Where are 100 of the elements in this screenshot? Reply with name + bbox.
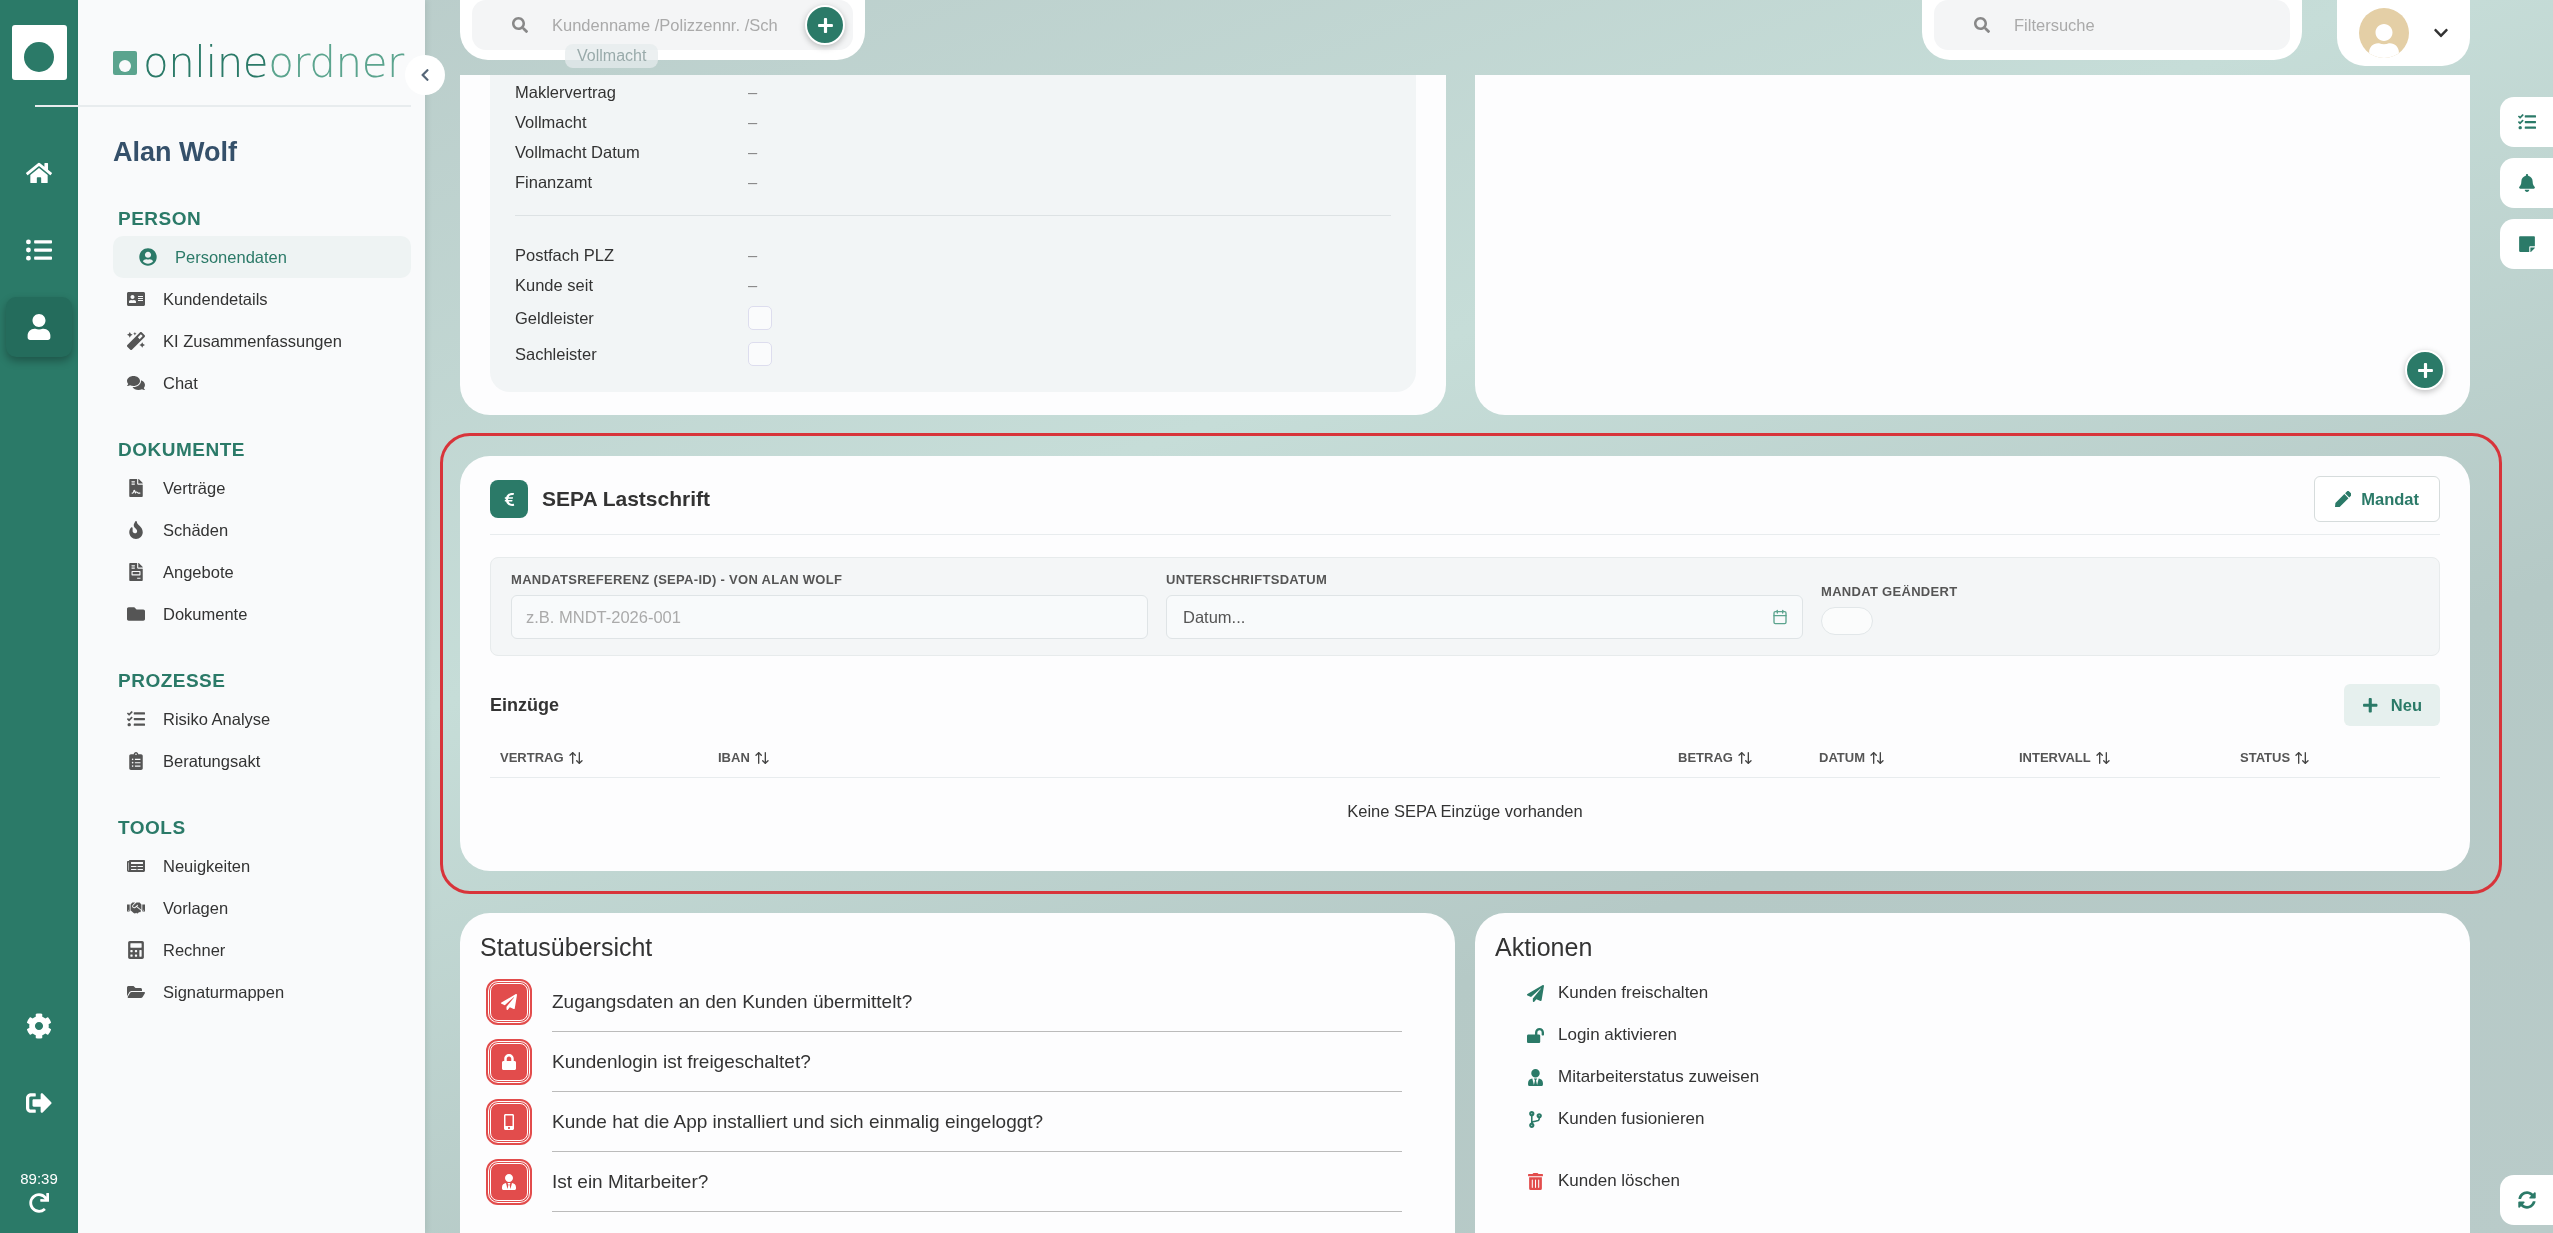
sidebar-item[interactable]: Schäden [113, 509, 411, 551]
euro-icon [490, 480, 528, 518]
field-label: Vollmacht Datum [515, 142, 641, 162]
note-icon [2517, 235, 2536, 253]
settings-icon [26, 1013, 52, 1039]
sort-icon [1736, 749, 1753, 766]
calendar-icon[interactable] [1772, 609, 1788, 625]
field-value: – [748, 172, 758, 191]
home-icon [26, 160, 52, 186]
sidebar-item[interactable]: Angebote [113, 551, 411, 593]
brand-logo: onlineordner [143, 41, 404, 84]
field-value: – [748, 82, 758, 101]
plus-icon [816, 16, 834, 34]
magic-wand-icon [127, 332, 145, 350]
section-heading: TOOLS [118, 817, 187, 839]
folder-icon [127, 983, 145, 1001]
trash-icon [1527, 1172, 1544, 1190]
section-heading: DOKUMENTE [118, 439, 246, 461]
column-header[interactable]: STATUS [2240, 749, 2440, 766]
field-label: MANDATSREFERENZ (SEPA-ID) - VON ALAN WOLF [511, 572, 844, 587]
notifications-button[interactable] [2500, 158, 2553, 208]
plus-icon [2416, 361, 2434, 379]
column-header[interactable]: IBAN [718, 749, 1678, 766]
sidebar-item[interactable]: Risiko Analyse [113, 698, 411, 740]
folder-icon [127, 605, 145, 623]
field-value: – [748, 112, 758, 131]
checklist-icon [127, 710, 145, 728]
avatar-icon [2358, 8, 2409, 58]
action-link[interactable]: Kunden fusionieren [1527, 1098, 2450, 1140]
nav-button[interactable] [6, 297, 72, 357]
sidebar-item[interactable]: Kundendetails [113, 278, 411, 320]
sidebar-item[interactable]: KI Zusammenfassungen [113, 320, 411, 362]
search-field[interactable]: Filtersuche [1934, 0, 2290, 50]
card-title: Aktionen [1495, 933, 1594, 962]
column-header[interactable]: VERTRAG [500, 749, 718, 766]
newspaper-icon [127, 857, 145, 875]
column-header[interactable]: INTERVALL [2019, 749, 2240, 766]
bell-icon [2517, 174, 2536, 192]
logout-icon [26, 1090, 52, 1116]
empty-message: Keine SEPA Einzüge vorhanden [1347, 802, 1583, 820]
document-icon [127, 563, 145, 581]
date-input[interactable]: Datum... [1181, 606, 1381, 628]
chat-icon [127, 374, 145, 392]
sort-icon [1869, 749, 1885, 766]
column-header[interactable]: BETRAG [1678, 749, 1819, 766]
field-label: Finanzamt [515, 172, 594, 192]
customer-name: Alan Wolf [113, 137, 238, 168]
person-icon [26, 314, 52, 340]
sidebar-item[interactable]: Rechner [113, 929, 411, 971]
tooltip: Vollmacht [565, 44, 659, 68]
field-label: Sachleister [515, 344, 598, 364]
sidebar-item[interactable]: Chat [113, 362, 411, 404]
person-icon [1527, 1068, 1544, 1086]
sidebar-item[interactable]: Neuigkeiten [113, 845, 411, 887]
sort-icon [2094, 749, 2111, 766]
new-button[interactable]: Neu [2344, 684, 2440, 726]
input-field[interactable]: z.B. MNDT-2026-001 [511, 595, 1148, 639]
sidebar-item[interactable]: Dokumente [113, 593, 411, 635]
add-button[interactable] [2405, 350, 2445, 390]
sidebar-item[interactable]: Signaturmappen [113, 971, 411, 1013]
search-icon [512, 17, 528, 33]
checklist-button[interactable] [2500, 97, 2553, 147]
plus-icon [2362, 696, 2379, 714]
action-link[interactable]: Mitarbeiterstatus zuweisen [1527, 1056, 2450, 1098]
pencil-icon [2334, 490, 2352, 508]
refresh-icon[interactable] [29, 1193, 49, 1213]
column-header[interactable]: DATUM [1819, 749, 2019, 766]
logo-mark-icon [113, 50, 137, 75]
checkbox[interactable] [748, 306, 772, 330]
notes-button[interactable] [2500, 219, 2553, 269]
card-title: Statusübersicht [480, 933, 654, 962]
branch-icon [1527, 1110, 1544, 1128]
action-link[interactable]: Kunden freischalten [1527, 972, 2450, 1014]
field-label: Vollmacht [515, 112, 588, 132]
checkbox[interactable] [748, 342, 772, 366]
refresh-button[interactable] [2500, 1175, 2553, 1225]
sidebar-item[interactable]: Beratungsakt [113, 740, 411, 782]
section-title: Einzüge [490, 694, 559, 716]
toggle-switch[interactable] [1821, 607, 1873, 635]
field-label: Postfach PLZ [515, 245, 616, 265]
app-logo [11, 25, 67, 80]
id-card-icon [127, 290, 145, 308]
session-timer: 89:39 [20, 1170, 58, 1187]
field-label: Kunde seit [515, 275, 594, 295]
sidebar-item[interactable]: Verträge [113, 467, 411, 509]
sort-icon [753, 749, 770, 766]
field-label: Geldleister [515, 308, 595, 328]
sort-icon [2294, 749, 2311, 766]
clipboard-icon [127, 752, 145, 770]
status-text: Ist ein Mitarbeiter? [552, 1152, 1402, 1212]
search-field[interactable]: Kundenname /Polizzennr. /Sch [472, 0, 853, 50]
section-heading: PROZESSE [118, 670, 227, 692]
edit-button[interactable]: Mandat [2313, 476, 2440, 522]
sidebar-item[interactable]: Personendaten [113, 236, 411, 278]
sidebar-item[interactable]: Vorlagen [113, 887, 411, 929]
action-link[interactable]: Login aktivieren [1527, 1014, 2450, 1056]
action-link[interactable]: Kunden löschen [1527, 1160, 2450, 1202]
date-field[interactable]: Datum... [1166, 595, 1803, 639]
field-value: – [748, 245, 758, 264]
section-heading: PERSON [118, 208, 203, 230]
